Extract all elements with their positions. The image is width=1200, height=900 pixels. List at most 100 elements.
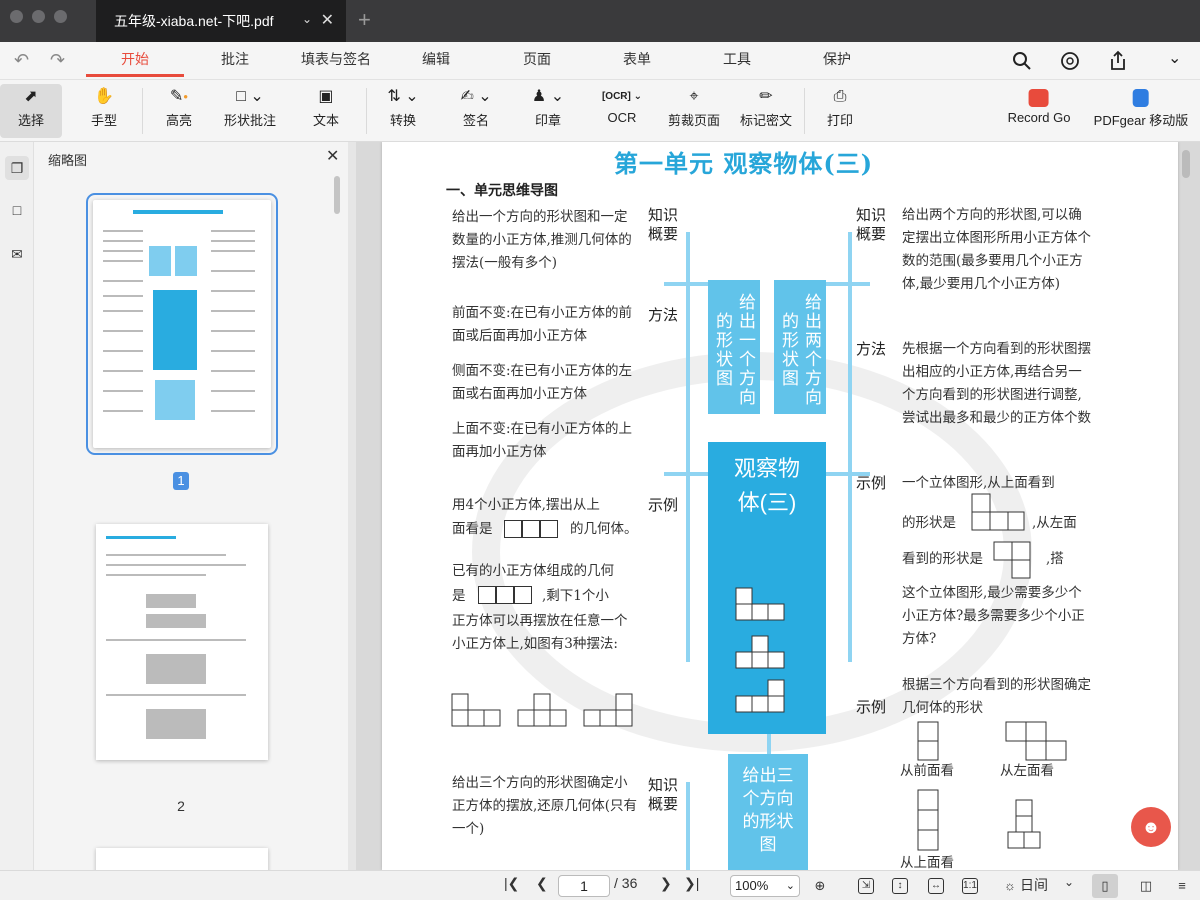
chevron-down-icon[interactable]: ⌄ <box>1064 875 1074 889</box>
cube-arrangements <box>451 693 633 727</box>
page-thumbnail-2[interactable] <box>96 524 268 760</box>
label-example: 示例 <box>856 475 887 492</box>
sun-icon[interactable]: ☼ <box>1000 876 1020 896</box>
last-page-icon[interactable]: ❯| <box>684 875 699 892</box>
sign-button[interactable]: ✍ ⌄ 签名 <box>460 84 491 138</box>
maximize-window-button[interactable] <box>54 10 67 23</box>
view-top-label: 从上面看 <box>900 855 954 870</box>
example-text-1b: 面看是 <box>452 521 493 537</box>
document-scrollbar[interactable] <box>1182 150 1190 178</box>
menu-tab-tools[interactable]: 工具 <box>723 42 751 78</box>
undo-icon[interactable]: ↶ <box>14 50 29 71</box>
example-text-b: 的形状是 <box>902 515 956 531</box>
chevron-down-icon[interactable]: ⌄ <box>1168 48 1181 68</box>
page-number-input[interactable]: 1 <box>558 875 610 897</box>
document-tab[interactable]: 五年级-xiaba.net-下吧.pdf ⌄ ✕ <box>96 0 346 42</box>
close-tab-icon[interactable]: ✕ <box>321 10 334 30</box>
actual-size-icon[interactable]: 1:1 <box>962 878 978 894</box>
hand-tool-button[interactable]: ✋ 手型 <box>91 84 117 138</box>
thumbnail-scrollbar[interactable] <box>334 176 340 214</box>
crop-page-button[interactable]: ⌖ 剪裁页面 <box>668 84 720 138</box>
thumbnail-panel-title: 缩略图 <box>48 153 88 168</box>
document-viewer: 第一单元 观察物体(三) 一、单元思维导图 给出一个方向的形状图 给出两个方向的… <box>356 142 1200 870</box>
menu-bar: ↶ ↷ 开始 批注 填表与签名 编辑 页面 表单 工具 保护 ⌄ <box>0 42 1200 80</box>
chevron-down-icon[interactable]: ⌄ <box>302 12 312 26</box>
mindmap-connector <box>822 282 870 286</box>
stamp-button[interactable]: ♟ ⌄ 印章 <box>532 84 564 138</box>
page-thumbnail-number-1[interactable]: 1 <box>173 472 189 490</box>
label-example: 示例 <box>856 699 887 716</box>
example-text-f: 这个立体图形,最少需要多少个小正方体?最多需要多少个小正方体? <box>902 585 1085 647</box>
record-icon <box>1029 89 1049 107</box>
print-button[interactable]: ⎙ 打印 <box>827 84 853 138</box>
panel-splitter[interactable] <box>348 142 356 870</box>
scroll-icon[interactable]: ≡ <box>1172 876 1192 896</box>
assistant-robot-icon[interactable]: ☻ <box>1131 807 1171 847</box>
pages-icon[interactable]: ❐ <box>5 156 29 180</box>
minimize-window-button[interactable] <box>32 10 45 23</box>
zoom-in-icon[interactable]: ⊕ <box>810 876 830 896</box>
first-page-icon[interactable]: |❮ <box>504 875 519 892</box>
pdfgear-mobile-button[interactable]: PDFgear 移动版 <box>1094 84 1188 138</box>
highlight-tool-button[interactable]: ✎● 高亮 <box>166 84 192 138</box>
crop-icon: ⌖ <box>689 88 699 105</box>
label-knowledge: 知识概要 <box>856 207 887 243</box>
bookmark-icon[interactable]: □ <box>5 198 29 222</box>
3d-solid-shape <box>1007 799 1041 849</box>
mindmap-node-three-directions: 给出三个方向的形状图 <box>728 754 808 870</box>
page-thumbnail-1[interactable] <box>86 193 278 455</box>
new-tab-icon[interactable]: + <box>358 7 371 33</box>
search-icon[interactable] <box>1012 51 1032 71</box>
support-icon[interactable] <box>1060 51 1080 71</box>
menu-tab-edit[interactable]: 编辑 <box>422 42 450 78</box>
example-text-2c: ,剩下1个小 <box>542 588 609 604</box>
ocr-button[interactable]: [OCR] ⌄ OCR <box>602 84 642 138</box>
redo-icon[interactable]: ↷ <box>50 50 65 71</box>
knowledge-text-three: 给出三个方向的形状图确定小正方体的摆放,还原几何体(只有一个) <box>452 775 638 837</box>
hand-tool-label: 手型 <box>90 113 118 128</box>
theme-select[interactable]: 日间 <box>1020 875 1048 895</box>
mindmap-node-text: 给出两个方向的形状图 <box>779 293 821 407</box>
method-side-text: 侧面不变:在已有小正方体的左面或右面再加小正方体 <box>452 363 633 402</box>
pdf-page: 第一单元 观察物体(三) 一、单元思维导图 给出一个方向的形状图 给出两个方向的… <box>382 142 1178 870</box>
two-page-icon[interactable]: ◫ <box>1136 876 1156 896</box>
print-label: 打印 <box>826 113 854 128</box>
convert-button[interactable]: ⇅ ⌄ 转换 <box>387 84 418 138</box>
prev-page-icon[interactable]: ❮ <box>536 875 548 892</box>
fit-width-icon[interactable]: ↔ <box>928 878 944 894</box>
redact-button[interactable]: ✏ 标记密文 <box>740 84 792 138</box>
shape-annotation-button[interactable]: □ ⌄ 形状批注 <box>224 84 276 138</box>
cursor-icon: ⬈ <box>24 88 38 105</box>
chevron-down-icon: ⌄ <box>785 880 795 892</box>
mindmap-node-two-directions: 给出两个方向的形状图 <box>774 280 826 414</box>
redact-icon: ✏ <box>759 88 773 105</box>
select-tool-button[interactable]: ⬈ 选择 <box>0 84 62 138</box>
menu-tab-page[interactable]: 页面 <box>523 42 551 78</box>
example-text-d: 看到的形状是 <box>902 551 983 567</box>
mindmap-connector <box>664 282 712 286</box>
menu-tab-annotate[interactable]: 批注 <box>221 42 249 78</box>
share-icon[interactable] <box>1108 50 1128 72</box>
fit-height-icon[interactable]: ↕ <box>892 878 908 894</box>
method-text-two: 先根据一个方向看到的形状图摆出相应的小正方体,再结合另一个方向看到的形状图进行调… <box>902 341 1091 426</box>
menu-tab-fill-sign[interactable]: 填表与签名 <box>301 42 371 78</box>
page-thumbnail-number-2[interactable]: 2 <box>171 798 191 814</box>
zoom-select[interactable]: 100% ⌄ <box>730 875 800 897</box>
toolbar-divider <box>366 88 367 134</box>
example2-text: 根据三个方向看到的形状图确定几何体的形状 <box>902 677 1091 716</box>
example-text-2d: 正方体可以再摆放在任意一个小正方体上,如图有3种摆法: <box>452 613 628 652</box>
text-tool-button[interactable]: ▣ 文本 <box>313 84 339 138</box>
single-page-icon[interactable]: ▯ <box>1092 874 1118 898</box>
fit-page-icon[interactable]: ⇲ <box>858 878 874 894</box>
knowledge-text-one: 给出一个方向的形状图和一定数量的小正方体,推测几何体的摆法(一般有多个) <box>452 209 632 271</box>
comment-icon[interactable]: ✉ <box>5 242 29 266</box>
close-icon[interactable]: ✕ <box>326 146 339 166</box>
mindmap-root-node: 观察物体(三) <box>708 442 826 734</box>
menu-tab-home[interactable]: 开始 <box>121 42 149 78</box>
close-window-button[interactable] <box>10 10 23 23</box>
menu-tab-form[interactable]: 表单 <box>623 42 651 78</box>
record-go-button[interactable]: Record Go <box>1008 84 1070 138</box>
rectangle-icon: □ ⌄ <box>236 88 264 105</box>
menu-tab-protect[interactable]: 保护 <box>823 42 851 78</box>
next-page-icon[interactable]: ❯ <box>660 875 672 892</box>
